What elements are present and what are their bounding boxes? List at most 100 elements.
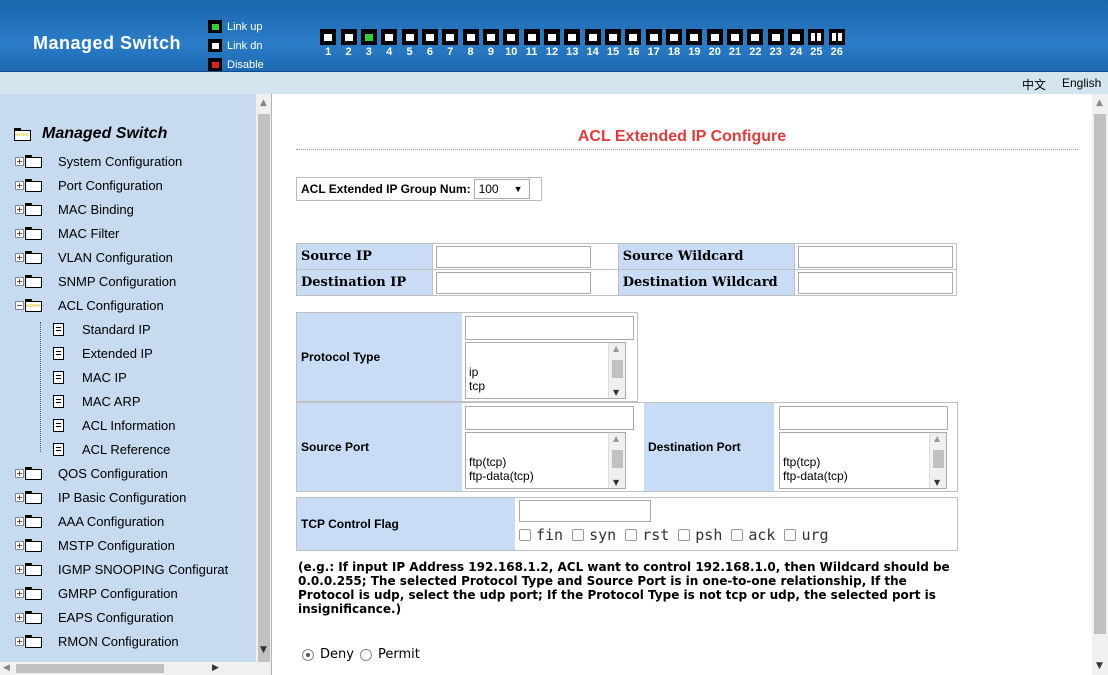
port-13[interactable]: 13 (562, 29, 582, 58)
scroll-down-icon[interactable]: ▼ (613, 388, 619, 397)
english-link[interactable]: English (1062, 76, 1101, 90)
checkbox-icon[interactable] (519, 529, 531, 541)
port-5[interactable]: 5 (399, 29, 419, 58)
checkbox-icon[interactable] (572, 529, 585, 541)
scroll-up-icon[interactable]: ▲ (260, 98, 267, 108)
flag-rst-checkbox[interactable]: rst (625, 526, 669, 544)
protocol-option[interactable]: tcp (469, 379, 485, 393)
port-1[interactable]: 1 (318, 29, 338, 58)
port-2[interactable]: 2 (338, 29, 358, 58)
sidebar-item-mac-binding[interactable]: + MAC Binding (15, 197, 134, 221)
expand-icon[interactable]: + (15, 228, 24, 238)
sidebar-item-rmon-configuration[interactable]: + RMON Configuration (15, 629, 179, 653)
port-25[interactable]: 25 (806, 29, 826, 58)
protocol-scroll-thumb[interactable] (612, 360, 623, 378)
scroll-down-icon[interactable]: ▼ (613, 478, 619, 487)
permit-radio[interactable] (359, 648, 372, 661)
sidebar-scroll-thumb[interactable] (258, 114, 270, 666)
protocol-option[interactable]: ip (469, 365, 478, 379)
flag-syn-checkbox[interactable]: syn (572, 526, 616, 544)
port-12[interactable]: 12 (542, 29, 562, 58)
source-port-input[interactable] (465, 406, 634, 430)
dest-port-option[interactable]: ftp(tcp) (783, 455, 820, 469)
tree-root[interactable]: Managed Switch (14, 125, 167, 143)
scroll-down-icon[interactable]: ▼ (260, 645, 267, 655)
sidebar-item-aaa-configuration[interactable]: + AAA Configuration (15, 509, 164, 533)
main-scrollbar[interactable]: ▲ ▼ (1092, 94, 1108, 675)
sidebar-item-mstp-configuration[interactable]: + MSTP Configuration (15, 533, 175, 557)
sidebar-item-acl-configuration[interactable]: − ACL Configuration (15, 293, 164, 317)
scroll-up-icon[interactable]: ▲ (613, 344, 619, 353)
sidebar-item-eaps-configuration[interactable]: + EAPS Configuration (15, 605, 174, 629)
collapse-icon[interactable]: − (15, 300, 24, 310)
sidebar-item-standard-ip[interactable]: Standard IP (53, 317, 151, 341)
sidebar-item-ip-basic-configuration[interactable]: + IP Basic Configuration (15, 485, 186, 509)
tcp-flag-input[interactable] (519, 500, 651, 522)
sidebar-item-acl-information[interactable]: ACL Information (53, 413, 175, 437)
sidebar-item-acl-reference[interactable]: ACL Reference (53, 437, 170, 461)
expand-icon[interactable]: + (15, 180, 24, 190)
source-ip-input[interactable] (435, 245, 591, 268)
dest-port-option[interactable]: ftp-data(tcp) (783, 469, 848, 483)
expand-icon[interactable]: + (15, 636, 24, 646)
port-11[interactable]: 11 (521, 29, 541, 58)
checkbox-icon[interactable] (625, 529, 638, 541)
port-20[interactable]: 20 (705, 29, 725, 58)
expand-icon[interactable]: + (15, 516, 24, 526)
expand-icon[interactable]: + (15, 492, 24, 502)
group-num-select[interactable]: 100 ▼ (473, 179, 530, 199)
expand-icon[interactable]: + (15, 540, 24, 550)
flag-urg-checkbox[interactable]: urg (784, 526, 829, 544)
source-port-option[interactable]: ftp-data(tcp) (469, 469, 534, 483)
expand-icon[interactable]: + (15, 588, 24, 598)
dest-wildcard-input[interactable] (797, 271, 953, 294)
scroll-up-icon[interactable]: ▲ (1096, 98, 1103, 108)
port-22[interactable]: 22 (745, 29, 765, 58)
expand-icon[interactable]: + (15, 468, 24, 478)
sidebar-item-system-configuration[interactable]: + System Configuration (15, 149, 182, 173)
sidebar-hscroll-thumb[interactable] (16, 664, 164, 673)
sidebar-item-extended-ip[interactable]: Extended IP (53, 341, 153, 365)
sidebar-item-qos-configuration[interactable]: + QOS Configuration (15, 461, 168, 485)
expand-icon[interactable]: + (15, 612, 24, 622)
source-wildcard-input[interactable] (797, 245, 953, 268)
dest-port-scrollbar[interactable]: ▲ ▼ (929, 433, 946, 488)
sidebar-item-gmrp-configuration[interactable]: + GMRP Configuration (15, 581, 178, 605)
sidebar-item-mac-filter[interactable]: + MAC Filter (15, 221, 119, 245)
expand-icon[interactable]: + (15, 252, 24, 262)
checkbox-icon[interactable] (678, 529, 691, 541)
checkbox-icon[interactable] (731, 529, 744, 541)
port-24[interactable]: 24 (786, 29, 806, 58)
port-3[interactable]: 3 (359, 29, 379, 58)
sidebar-item-snmp-configuration[interactable]: + SNMP Configuration (15, 269, 176, 293)
dest-port-input[interactable] (779, 406, 948, 430)
dest-port-scroll-thumb[interactable] (933, 450, 944, 468)
sidebar-item-igmp-snooping-configurat[interactable]: + IGMP SNOOPING Configurat (15, 557, 228, 581)
port-21[interactable]: 21 (725, 29, 745, 58)
scroll-down-icon[interactable]: ▼ (1096, 661, 1103, 671)
protocol-input[interactable] (465, 316, 634, 340)
checkbox-icon[interactable] (784, 529, 797, 541)
flag-ack-checkbox[interactable]: ack (731, 526, 775, 544)
sidebar-item-mac-ip[interactable]: MAC IP (53, 365, 127, 389)
scroll-down-icon[interactable]: ▼ (934, 478, 940, 487)
scroll-up-icon[interactable]: ▲ (934, 434, 940, 443)
port-8[interactable]: 8 (460, 29, 480, 58)
source-port-listbox[interactable]: ftp(tcp) ftp-data(tcp) ▲ ▼ (465, 432, 626, 489)
sidebar-item-port-configuration[interactable]: + Port Configuration (15, 173, 163, 197)
protocol-listbox[interactable]: ip tcp ▲ ▼ (465, 342, 626, 399)
dest-ip-input[interactable] (435, 271, 591, 294)
expand-icon[interactable]: + (15, 156, 24, 166)
port-17[interactable]: 17 (644, 29, 664, 58)
expand-icon[interactable]: + (15, 204, 24, 214)
port-16[interactable]: 16 (623, 29, 643, 58)
expand-icon[interactable]: + (15, 564, 24, 574)
port-6[interactable]: 6 (420, 29, 440, 58)
flag-fin-checkbox[interactable]: fin (519, 526, 563, 544)
port-18[interactable]: 18 (664, 29, 684, 58)
deny-radio[interactable] (302, 648, 314, 661)
port-23[interactable]: 23 (766, 29, 786, 58)
expand-icon[interactable]: + (15, 276, 24, 286)
source-port-scroll-thumb[interactable] (612, 450, 623, 468)
sidebar-scrollbar[interactable]: ▲ ▼ (256, 94, 271, 666)
